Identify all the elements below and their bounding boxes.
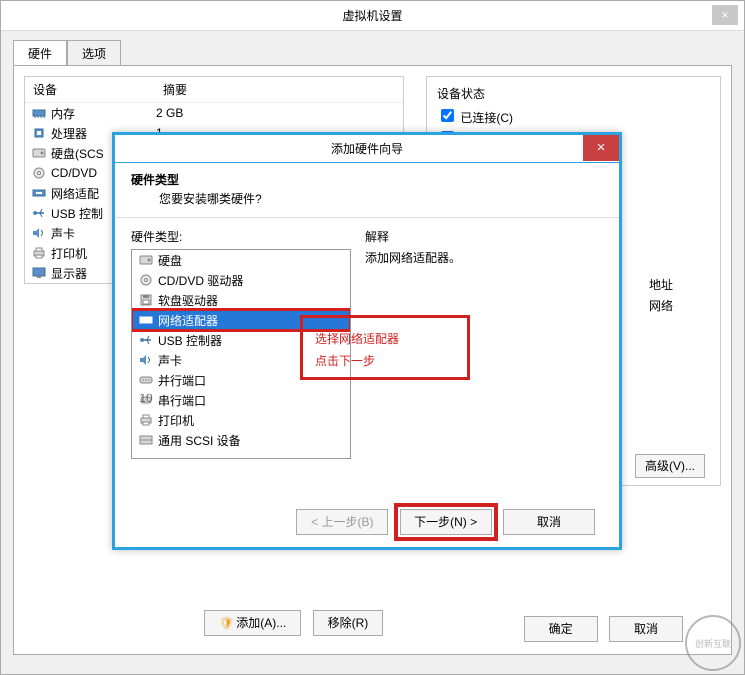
disk-icon <box>31 146 47 160</box>
hardware-item-label: USB 控制器 <box>158 332 222 349</box>
hardware-item-label: 软盘驱动器 <box>158 292 218 309</box>
printer-icon <box>138 413 154 427</box>
hardware-item[interactable]: 0101 串行端口 <box>132 390 350 410</box>
partial-address: 地址 <box>649 276 719 293</box>
wizard-left-label: 硬件类型: <box>131 228 351 245</box>
usb-icon <box>31 206 47 220</box>
floppy-icon <box>138 293 154 307</box>
col-summary: 摘要 <box>155 77 195 102</box>
wizard-header: 硬件类型 您要安装哪类硬件? <box>115 163 619 218</box>
back-button: < 上一步(B) <box>296 509 388 535</box>
device-summary: 2 GB <box>156 106 397 120</box>
memory-icon <box>31 106 47 120</box>
checkbox-connected-label: 已连接(C) <box>460 111 513 125</box>
vm-settings-title-text: 虚拟机设置 <box>342 9 402 23</box>
wizard-head-subtitle: 您要安装哪类硬件? <box>159 190 603 207</box>
svg-text:0101: 0101 <box>139 394 153 405</box>
annotation-box: 选择网络适配器 点击下一步 <box>300 315 470 380</box>
sound-icon <box>138 353 154 367</box>
remove-button[interactable]: 移除(R) <box>313 610 384 636</box>
wizard-titlebar: 添加硬件向导 × <box>115 135 619 163</box>
wizard-cancel-button[interactable]: 取消 <box>503 509 595 535</box>
device-row[interactable]: 内存2 GB <box>25 103 403 123</box>
annotation-line2: 点击下一步 <box>315 350 455 372</box>
status-partial-text: 地址 网络 <box>649 276 719 314</box>
add-button[interactable]: 🛡添加(A)... <box>204 610 301 636</box>
sound-icon <box>31 226 47 240</box>
tab-options[interactable]: 选项 <box>67 40 121 66</box>
serial-icon: 0101 <box>138 393 154 407</box>
wizard-right-text: 添加网络适配器。 <box>365 249 603 266</box>
hardware-item-label: 硬盘 <box>158 252 182 269</box>
status-legend: 设备状态 <box>437 85 710 102</box>
hardware-item-label: 网络适配器 <box>158 312 218 329</box>
tab-hardware[interactable]: 硬件 <box>13 40 67 66</box>
annotation-line1: 选择网络适配器 <box>315 328 455 350</box>
wizard-title-text: 添加硬件向导 <box>331 140 403 157</box>
add-remove-row: 🛡添加(A)... 移除(R) <box>204 610 391 636</box>
wizard-close-button[interactable]: × <box>583 135 619 161</box>
device-name: 内存 <box>51 105 156 122</box>
add-button-label: 添加(A)... <box>236 616 286 630</box>
scsi-icon <box>138 433 154 447</box>
wizard-head-title: 硬件类型 <box>131 171 603 188</box>
hardware-item-label: 并行端口 <box>158 372 206 389</box>
hardware-item-label: 串行端口 <box>158 392 206 409</box>
hardware-item-label: CD/DVD 驱动器 <box>158 272 243 289</box>
hardware-item[interactable]: 硬盘 <box>132 250 350 270</box>
tab-bar: 硬件选项 <box>13 39 744 65</box>
disk-icon <box>138 253 154 267</box>
wizard-button-row: < 上一步(B) 下一步(N) > 取消 <box>296 509 603 535</box>
hardware-item[interactable]: 软盘驱动器 <box>132 290 350 310</box>
vm-close-button[interactable]: × <box>712 5 738 25</box>
usb-icon <box>138 333 154 347</box>
cancel-button[interactable]: 取消 <box>609 616 683 642</box>
vm-settings-title: 虚拟机设置 × <box>1 1 744 31</box>
hardware-item-label: 声卡 <box>158 352 182 369</box>
shield-icon: 🛡 <box>219 616 234 630</box>
ok-button[interactable]: 确定 <box>524 616 598 642</box>
display-icon <box>31 266 47 280</box>
printer-icon <box>31 246 47 260</box>
device-header: 设备 摘要 <box>25 77 403 103</box>
hardware-item[interactable]: CD/DVD 驱动器 <box>132 270 350 290</box>
net-icon <box>138 313 154 327</box>
advanced-button[interactable]: 高级(V)... <box>635 454 705 478</box>
col-device: 设备 <box>25 77 155 102</box>
net-icon <box>31 186 47 200</box>
checkbox-connected[interactable]: 已连接(C) <box>437 106 710 126</box>
ok-cancel-row: 确定 取消 <box>524 616 691 642</box>
hardware-item-label: 通用 SCSI 设备 <box>158 432 241 449</box>
parallel-icon <box>138 373 154 387</box>
wizard-right-label: 解释 <box>365 228 603 245</box>
next-button[interactable]: 下一步(N) > <box>400 509 492 535</box>
cd-icon <box>31 166 47 180</box>
watermark-logo: 创新互联 <box>685 615 741 671</box>
checkbox-connected-input[interactable] <box>441 109 454 122</box>
hardware-item[interactable]: 打印机 <box>132 410 350 430</box>
partial-network: 网络 <box>649 297 719 314</box>
hardware-item-label: 打印机 <box>158 412 194 429</box>
cd-icon <box>138 273 154 287</box>
cpu-icon <box>31 126 47 140</box>
hardware-item[interactable]: 通用 SCSI 设备 <box>132 430 350 450</box>
